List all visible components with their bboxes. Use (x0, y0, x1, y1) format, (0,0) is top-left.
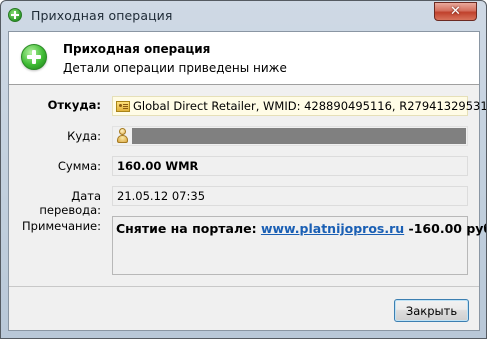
from-field[interactable]: Global Direct Retailer, WMID: 4288904951… (112, 96, 486, 116)
dialog-client-area: Приходная операция Детали операции приве… (8, 31, 486, 331)
close-icon: ✕ (450, 4, 461, 19)
from-label: Откуда: (47, 98, 101, 112)
add-circle-icon (21, 44, 47, 70)
date-value: 21.05.12 07:35 (117, 189, 206, 203)
person-icon (116, 128, 129, 144)
window-close-button[interactable]: ✕ (434, 2, 477, 21)
dialog-window: Приходная операция ✕ Приходная операция … (0, 0, 487, 339)
close-button[interactable]: Закрыть (394, 299, 469, 322)
note-link[interactable]: www.platnijopros.ru (261, 221, 404, 236)
header-subtitle: Детали операции приведены ниже (63, 61, 287, 75)
to-value-redacted (132, 128, 466, 144)
dialog-header: Приходная операция Детали операции приве… (9, 32, 479, 84)
title-bar[interactable]: Приходная операция ✕ (1, 1, 486, 30)
date-field[interactable]: 21.05.12 07:35 (112, 186, 468, 206)
note-label: Примечание: (22, 219, 101, 233)
note-field[interactable]: Снятие на портале: www.platnijopros.ru -… (112, 216, 486, 275)
amount-label: Сумма: (57, 159, 101, 173)
dialog-footer: Закрыть (9, 286, 479, 330)
amount-value: 160.00 WMR (117, 159, 199, 173)
to-label: Куда: (67, 129, 101, 143)
from-value: Global Direct Retailer, WMID: 4288904951… (133, 99, 487, 113)
note-suffix: -160.00 руб. (408, 221, 486, 236)
date-label: Дата перевода: (39, 189, 101, 217)
wmid-card-icon (116, 100, 130, 112)
header-title: Приходная операция (63, 42, 211, 56)
note-prefix: Снятие на портале: (116, 221, 261, 236)
amount-field[interactable]: 160.00 WMR (112, 156, 468, 176)
add-circle-icon (8, 8, 22, 22)
details-panel: Откуда: Global Direct Retailer, WMID: 42… (9, 84, 486, 286)
window-title: Приходная операция (31, 8, 173, 23)
to-field[interactable] (112, 126, 468, 146)
